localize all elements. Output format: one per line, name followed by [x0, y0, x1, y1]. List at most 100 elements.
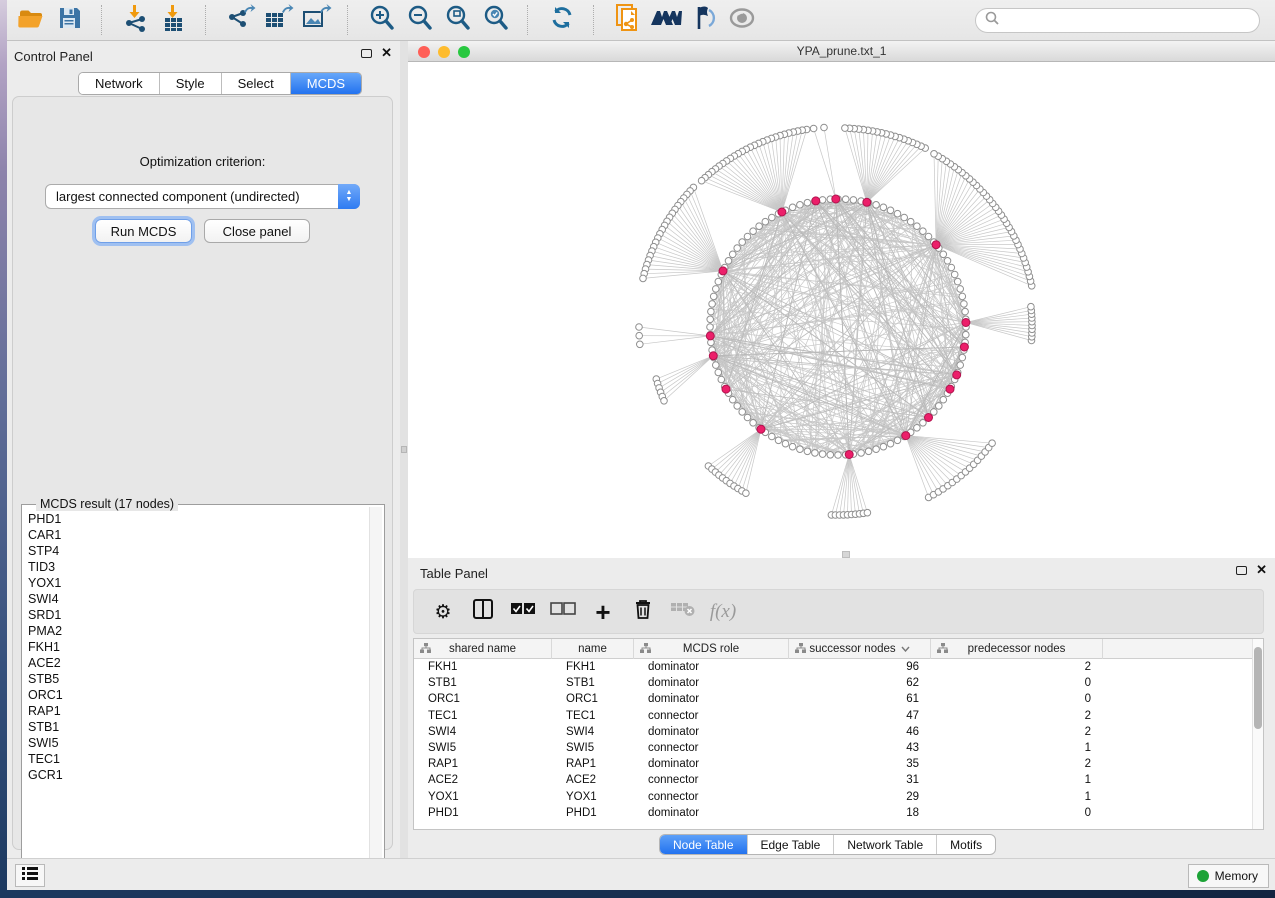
scrollbar-thumb[interactable] [1254, 647, 1262, 729]
network-hub-node[interactable] [709, 352, 717, 360]
network-node[interactable] [782, 440, 789, 447]
network-node[interactable] [756, 223, 763, 230]
network-leaf-node[interactable] [636, 324, 643, 331]
binoculars-icon-button[interactable] [647, 3, 685, 37]
network-node[interactable] [880, 443, 887, 450]
close-panel-button[interactable]: Close panel [204, 219, 310, 243]
network-node[interactable] [959, 293, 966, 300]
network-node[interactable] [708, 308, 715, 315]
network-leaf-node[interactable] [842, 125, 849, 132]
mcds-result-item[interactable]: ORC1 [24, 687, 368, 703]
network-hub-node[interactable] [863, 198, 871, 206]
network-node[interactable] [835, 452, 842, 459]
network-leaf-node[interactable] [743, 490, 750, 497]
export-image-button[interactable] [297, 3, 335, 37]
network-hub-node[interactable] [706, 332, 714, 340]
network-node[interactable] [775, 437, 782, 444]
network-leaf-node[interactable] [821, 124, 828, 131]
network-node[interactable] [940, 251, 947, 258]
task-history-button[interactable] [15, 864, 45, 887]
table-row[interactable]: ACE2ACE2connector311 [414, 772, 1253, 788]
network-hub-node[interactable] [946, 385, 954, 393]
network-node[interactable] [914, 425, 921, 432]
network-node[interactable] [880, 204, 887, 211]
tab-style[interactable]: Style [160, 73, 222, 94]
network-node[interactable] [713, 286, 720, 293]
network-node[interactable] [963, 331, 970, 338]
network-node[interactable] [957, 362, 964, 369]
network-node[interactable] [962, 308, 969, 315]
network-leaf-node[interactable] [864, 509, 871, 516]
network-hub-node[interactable] [778, 208, 786, 216]
network-node[interactable] [865, 448, 872, 455]
table-row[interactable]: PHD1PHD1dominator180 [414, 805, 1253, 821]
search-input[interactable] [1000, 14, 1230, 28]
network-node[interactable] [762, 218, 769, 225]
network-hub-node[interactable] [719, 267, 727, 275]
close-panel-icon[interactable]: ✕ [1256, 565, 1267, 575]
tab-network-table[interactable]: Network Table [834, 835, 937, 854]
network-node[interactable] [842, 196, 849, 203]
network-node[interactable] [725, 258, 732, 265]
network-node[interactable] [948, 264, 955, 271]
function-builder-button[interactable]: f(x) [710, 599, 736, 625]
network-node[interactable] [907, 218, 914, 225]
add-entry-button[interactable]: + [590, 599, 616, 625]
network-hub-node[interactable] [832, 195, 840, 203]
network-node[interactable] [707, 324, 714, 331]
tab-network[interactable]: Network [79, 73, 160, 94]
network-leaf-node[interactable] [661, 398, 668, 405]
column-header-name[interactable]: name [552, 639, 634, 659]
network-node[interactable] [729, 251, 736, 258]
network-node[interactable] [739, 409, 746, 416]
network-node[interactable] [812, 450, 819, 457]
zoom-out-button[interactable] [401, 3, 439, 37]
network-node[interactable] [936, 403, 943, 410]
network-node[interactable] [713, 362, 720, 369]
network-hub-node[interactable] [953, 371, 961, 379]
hide-details-button[interactable] [685, 3, 723, 37]
network-node[interactable] [750, 420, 757, 427]
network-hub-node[interactable] [960, 343, 968, 351]
network-node[interactable] [925, 233, 932, 240]
save-session-button[interactable] [51, 3, 89, 37]
tab-edge-table[interactable]: Edge Table [748, 835, 835, 854]
import-table-button[interactable] [155, 3, 193, 37]
open-session-button[interactable] [13, 3, 51, 37]
network-node[interactable] [819, 197, 826, 204]
network-node[interactable] [944, 258, 951, 265]
network-node[interactable] [954, 278, 961, 285]
criterion-dropdown[interactable]: largest connected component (undirected)… [45, 184, 360, 209]
network-node[interactable] [850, 197, 857, 204]
float-panel-icon[interactable] [361, 49, 372, 58]
mcds-result-item[interactable]: PMA2 [24, 623, 368, 639]
network-node[interactable] [715, 278, 722, 285]
network-node[interactable] [744, 233, 751, 240]
import-network-button[interactable] [117, 3, 155, 37]
network-canvas[interactable] [408, 62, 1275, 558]
mcds-result-item[interactable]: SRD1 [24, 607, 368, 623]
network-hub-node[interactable] [925, 414, 933, 422]
mcds-result-item[interactable]: STB1 [24, 719, 368, 735]
zoom-fit-button[interactable] [439, 3, 477, 37]
mcds-result-item[interactable]: FKH1 [24, 639, 368, 655]
mcds-list-scrollbar[interactable] [369, 507, 382, 877]
network-node[interactable] [789, 204, 796, 211]
network-node[interactable] [858, 450, 865, 457]
table-row[interactable]: TEC1TEC1connector472 [414, 708, 1253, 724]
network-node[interactable] [901, 214, 908, 221]
network-hub-node[interactable] [962, 319, 970, 327]
network-node[interactable] [959, 354, 966, 361]
network-hub-node[interactable] [932, 241, 940, 249]
mcds-result-item[interactable]: CAR1 [24, 527, 368, 543]
network-leaf-node[interactable] [636, 332, 643, 339]
network-leaf-node[interactable] [698, 177, 705, 184]
column-header-shared-name[interactable]: shared name [414, 639, 552, 659]
horizontal-splitter-handle[interactable] [842, 551, 850, 558]
network-node[interactable] [873, 446, 880, 453]
network-leaf-node[interactable] [1028, 303, 1035, 310]
network-node[interactable] [894, 437, 901, 444]
network-node[interactable] [827, 452, 834, 459]
network-node[interactable] [718, 376, 725, 383]
network-node[interactable] [709, 301, 716, 308]
